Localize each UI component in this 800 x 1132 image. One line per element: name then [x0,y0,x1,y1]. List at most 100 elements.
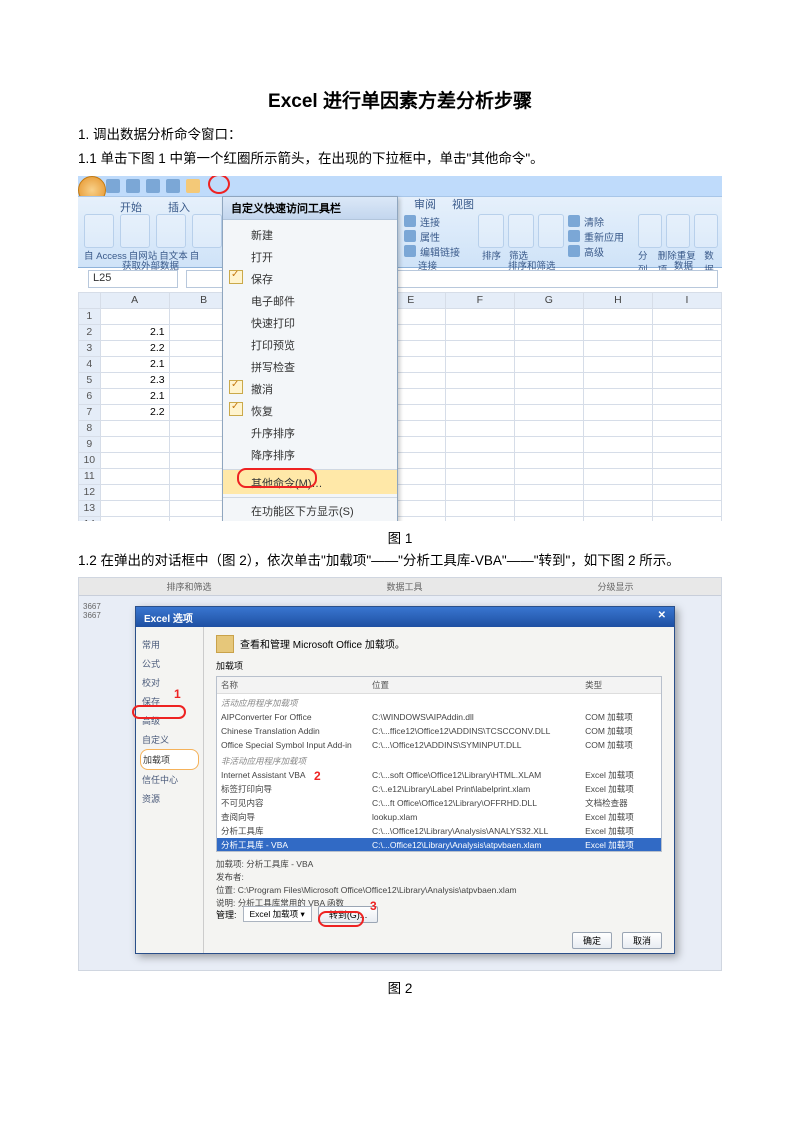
cell[interactable] [652,372,721,388]
from-text-icon[interactable] [156,214,186,248]
row-header[interactable]: 2 [79,324,101,340]
tab-review[interactable]: 审阅 [414,196,436,212]
remove-dup-icon[interactable] [666,214,690,248]
cell[interactable] [514,436,583,452]
cell[interactable] [514,500,583,516]
cell[interactable] [514,516,583,521]
cell[interactable] [583,500,652,516]
cell[interactable] [100,308,169,324]
cell[interactable] [514,340,583,356]
cell[interactable] [100,436,169,452]
menu-item-other-commands[interactable]: 其他命令(M)… [223,469,397,494]
cell[interactable] [652,468,721,484]
quick-access-toolbar[interactable] [106,179,200,193]
cell[interactable] [652,388,721,404]
menu-item[interactable]: 保存 [223,268,397,290]
row-header[interactable]: 8 [79,420,101,436]
sidebar-item[interactable]: 加载项 [140,749,199,770]
cell[interactable] [583,468,652,484]
row-header[interactable]: 9 [79,436,101,452]
cell[interactable]: 2.2 [100,340,169,356]
cell[interactable]: 2.1 [100,356,169,372]
cell[interactable] [100,420,169,436]
cell[interactable] [445,340,514,356]
cell[interactable] [514,420,583,436]
cancel-button[interactable]: 取消 [622,932,662,949]
cell[interactable] [514,484,583,500]
cell[interactable] [100,452,169,468]
cell[interactable] [100,468,169,484]
dropdown-arrow-icon[interactable] [186,179,200,193]
cell[interactable] [652,420,721,436]
cell[interactable] [583,436,652,452]
cell[interactable] [100,484,169,500]
list-item[interactable]: Office Special Symbol Input Add-inC:\...… [217,738,661,752]
from-other-icon[interactable] [192,214,222,248]
menu-item[interactable]: 新建 [223,224,397,246]
clear-icon[interactable] [568,215,580,227]
cell[interactable] [583,356,652,372]
list-item[interactable]: Internet Assistant VBAC:\...soft Office\… [217,768,661,782]
qat-customize-menu[interactable]: 自定义快速访问工具栏 新建打开保存电子邮件快速打印打印预览拼写检查撤消恢复升序排… [222,196,398,521]
menu-item[interactable]: 打开 [223,246,397,268]
sidebar-item[interactable]: 自定义 [140,730,199,749]
row-header[interactable]: 14 [79,516,101,521]
data-validation-icon[interactable] [694,214,718,248]
list-item[interactable]: 查阅向导lookup.xlamExcel 加载项 [217,810,661,824]
cell[interactable] [583,308,652,324]
menu-item[interactable]: 恢复 [223,400,397,422]
cell[interactable] [652,452,721,468]
cell[interactable] [583,516,652,521]
from-access-icon[interactable] [84,214,114,248]
cell[interactable] [652,404,721,420]
cell[interactable] [652,516,721,521]
cell[interactable] [652,500,721,516]
cell[interactable] [652,340,721,356]
sidebar-item[interactable]: 信任中心 [140,770,199,789]
list-item[interactable]: AIPConverter For OfficeC:\WINDOWS\AIPAdd… [217,710,661,724]
cell[interactable] [514,356,583,372]
reapply-icon[interactable] [568,230,580,242]
cell[interactable] [514,308,583,324]
cell[interactable] [652,484,721,500]
cell[interactable] [445,500,514,516]
cell[interactable] [514,388,583,404]
cell[interactable] [652,308,721,324]
cell[interactable] [445,516,514,521]
cell[interactable] [100,516,169,521]
row-header[interactable]: 12 [79,484,101,500]
row-header[interactable]: 1 [79,308,101,324]
sidebar-item[interactable]: 资源 [140,789,199,808]
row-header[interactable]: 11 [79,468,101,484]
sidebar-item[interactable]: 校对 [140,673,199,692]
column-header[interactable]: F [445,292,514,308]
filter-icon[interactable] [538,214,564,248]
cell[interactable] [583,452,652,468]
list-item[interactable]: 标签打印向导C:\..e12\Library\Label Print\label… [217,782,661,796]
addins-list[interactable]: 名称 位置 类型 活动应用程序加载项AIPConverter For Offic… [216,676,662,852]
edit-link-icon[interactable] [404,245,416,257]
cell[interactable] [445,324,514,340]
dialog-titlebar[interactable]: Excel 选项 ✕ [136,607,674,627]
cell[interactable] [583,484,652,500]
cell[interactable] [445,468,514,484]
cell[interactable] [445,420,514,436]
column-header[interactable]: A [100,292,169,308]
cell[interactable] [583,388,652,404]
undo-icon[interactable] [126,179,140,193]
list-item[interactable]: 分析工具库 - VBAC:\...Office12\Library\Analys… [217,838,661,852]
menu-item[interactable]: 在功能区下方显示(S) [223,497,397,521]
from-web-icon[interactable] [120,214,150,248]
column-header[interactable]: I [652,292,721,308]
cell[interactable]: 2.1 [100,388,169,404]
advanced-icon[interactable] [568,245,580,257]
text-to-columns-icon[interactable] [638,214,662,248]
list-item[interactable]: 分析工具库C:\...\Office12\Library\Analysis\AN… [217,824,661,838]
cell[interactable] [445,452,514,468]
cell[interactable] [583,404,652,420]
close-icon[interactable]: ✕ [658,610,666,624]
menu-item[interactable]: 拼写检查 [223,356,397,378]
cell[interactable] [583,420,652,436]
dialog-sidebar[interactable]: 常用公式校对保存高级自定义加载项信任中心资源 [136,627,204,953]
cell[interactable] [445,372,514,388]
